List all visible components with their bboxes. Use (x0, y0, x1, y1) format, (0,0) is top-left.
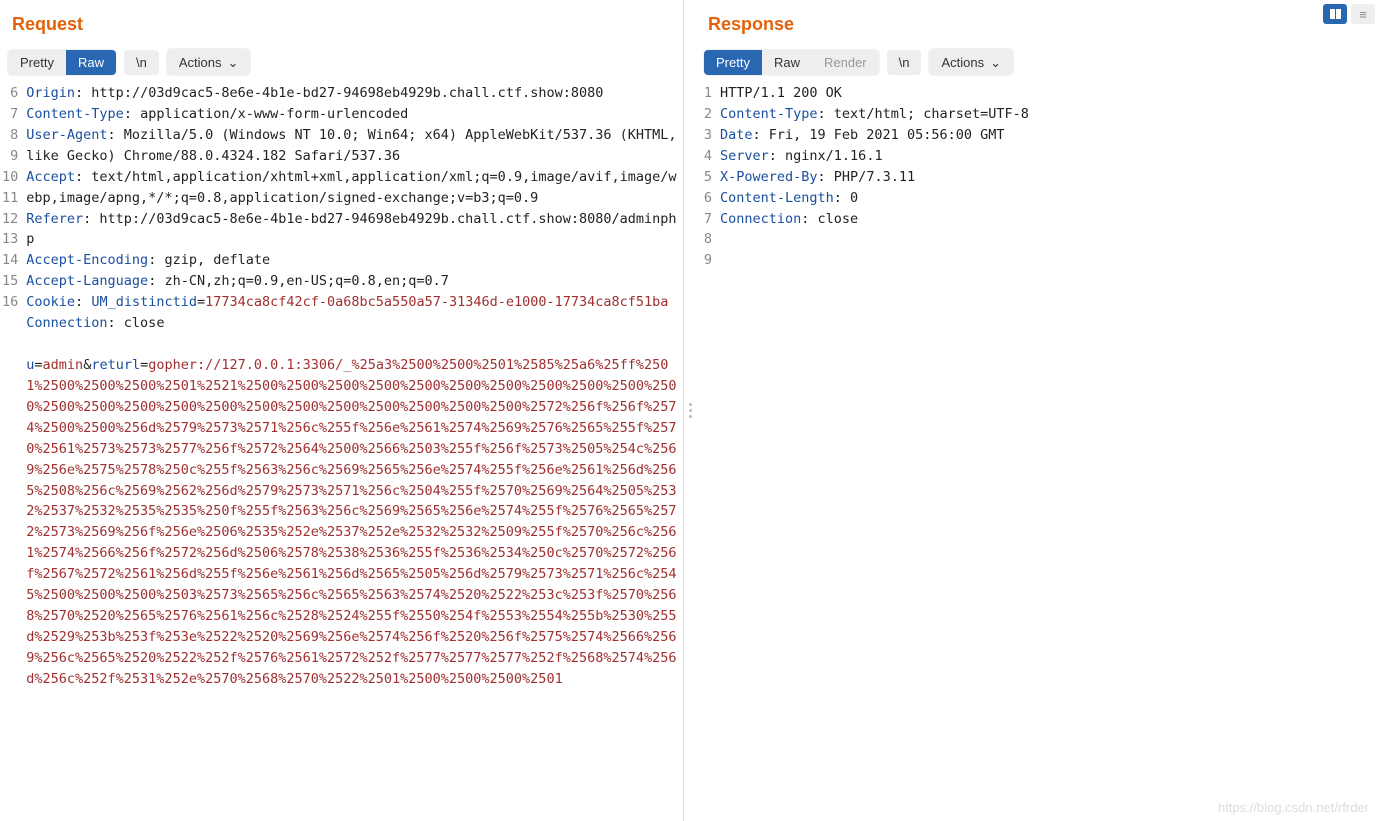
tab-raw[interactable]: Raw (66, 50, 116, 75)
actions-menu[interactable]: Actions ⌄ (929, 49, 1013, 75)
response-content[interactable]: HTTP/1.1 200 OKContent-Type: text/html; … (718, 81, 1379, 821)
tab-raw[interactable]: Raw (762, 50, 812, 75)
layout-toggle-group: ≡ (1323, 4, 1375, 24)
actions-menu[interactable]: Actions ⌄ (167, 49, 251, 75)
grip-icon (689, 403, 692, 418)
response-view-tabs: Pretty Raw Render (704, 50, 879, 75)
response-toolbar: Pretty Raw Render \n Actions ⌄ (696, 45, 1379, 81)
chevron-down-icon: ⌄ (990, 55, 1001, 71)
actions-label: Actions (941, 55, 984, 70)
newline-toggle[interactable]: \n (124, 50, 159, 75)
tab-pretty[interactable]: Pretty (8, 50, 66, 75)
actions-label: Actions (179, 55, 222, 70)
request-content[interactable]: Origin: http://03d9cac5-8e6e-4b1e-bd27-9… (24, 81, 683, 821)
layout-split-button[interactable] (1323, 4, 1347, 24)
chevron-down-icon: ⌄ (227, 55, 238, 71)
split-drag-handle[interactable] (684, 0, 696, 821)
request-editor[interactable]: 678910111213141516 Origin: http://03d9ca… (0, 81, 683, 821)
newline-toggle[interactable]: \n (887, 50, 922, 75)
response-gutter: 123456789 (696, 81, 718, 821)
request-toolbar: Pretty Raw \n Actions ⌄ (0, 45, 683, 81)
layout-menu-button[interactable]: ≡ (1351, 4, 1375, 24)
request-gutter: 678910111213141516 (0, 81, 24, 821)
response-panel: Response Pretty Raw Render \n Actions ⌄ … (696, 0, 1379, 821)
request-view-tabs: Pretty Raw (8, 50, 116, 75)
request-title: Request (0, 0, 683, 45)
tab-render[interactable]: Render (812, 50, 879, 75)
response-title: Response (696, 0, 1379, 45)
request-panel: Request Pretty Raw \n Actions ⌄ 67891011… (0, 0, 684, 821)
response-editor[interactable]: 123456789 HTTP/1.1 200 OKContent-Type: t… (696, 81, 1379, 821)
tab-pretty[interactable]: Pretty (704, 50, 762, 75)
